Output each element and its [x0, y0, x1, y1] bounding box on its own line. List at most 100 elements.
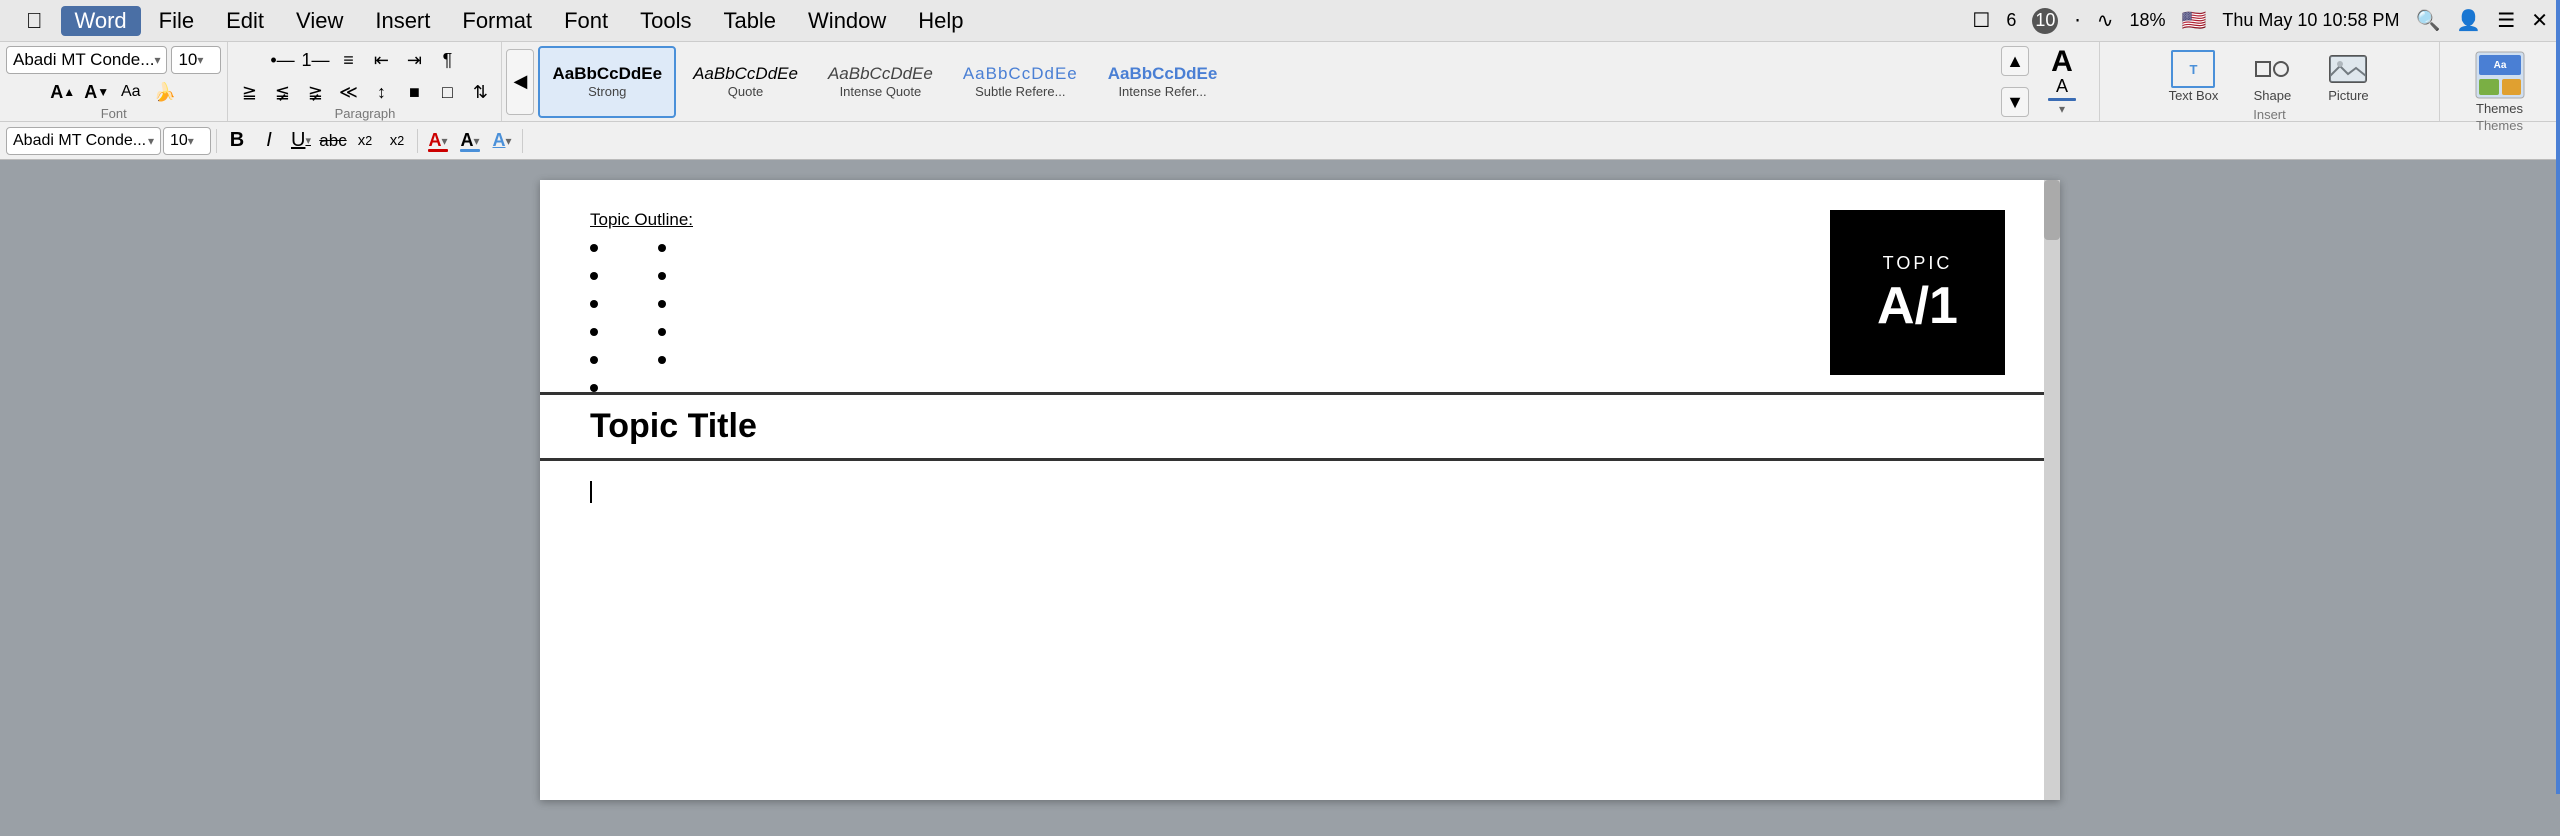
aa-large-icon: A — [2051, 47, 2073, 77]
font-size-dropdown[interactable]: ▾ — [188, 134, 194, 148]
increase-font-btn[interactable]: A▲ — [48, 78, 78, 106]
wifi-icon[interactable]: ∿ — [2097, 8, 2114, 33]
bullet-item — [658, 356, 666, 364]
document[interactable]: Topic Outline: — [540, 180, 2060, 800]
bold-btn[interactable]: B — [222, 127, 252, 155]
doc-content[interactable] — [540, 461, 2060, 661]
shading-btn[interactable]: ■ — [399, 78, 429, 106]
topic-title-bar: Topic Title — [540, 395, 2060, 461]
shape-label: Shape — [2254, 88, 2292, 103]
upper-toolbar: Abadi MT Conde... ▾ 10 ▾ A▲ A▼ Aa 🍌 Font… — [0, 42, 2560, 122]
decrease-indent-btn[interactable]: ⇤ — [366, 46, 396, 74]
style-strong[interactable]: AaBbCcDdEe Strong — [538, 46, 676, 118]
document-area: Topic Outline: — [0, 160, 2560, 836]
bullet-col-right — [658, 238, 666, 392]
font-size-caret: ▾ — [197, 53, 203, 67]
picture-insert-btn[interactable]: Picture — [2318, 46, 2378, 107]
menu-item-file[interactable]: File — [145, 6, 208, 36]
style-quote[interactable]: AaBbCcDdEe Quote — [680, 46, 811, 118]
themes-section: Aa Themes Themes — [2440, 42, 2560, 121]
clear-format-btn[interactable]: A ▾ — [487, 127, 517, 155]
separator-2 — [417, 129, 418, 153]
bullet-item — [658, 328, 666, 336]
search-icon[interactable]: 🔍 — [2415, 8, 2440, 33]
timer-badge: 10 — [2032, 8, 2058, 34]
highlight-btn[interactable]: A ▾ — [455, 127, 485, 155]
font-name-input[interactable]: Abadi MT Conde... ▾ — [6, 127, 161, 155]
justify-btn[interactable]: ≪ — [333, 78, 363, 106]
menu-item-word[interactable]: Word — [61, 6, 141, 36]
scrollbar-track[interactable] — [2044, 180, 2060, 800]
subscript-btn[interactable]: x2 — [382, 127, 412, 155]
style-intense-ref[interactable]: AaBbCcDdEe Intense Refer... — [1095, 46, 1231, 118]
bullet-list-btn[interactable]: •— — [267, 46, 297, 74]
left-margin — [500, 180, 540, 816]
sidebar-icon[interactable]: ☰ — [2497, 8, 2515, 33]
styles-prev-btn[interactable]: ◀ — [506, 49, 534, 115]
decrease-font-btn[interactable]: A▼ — [82, 78, 112, 106]
style-intense-quote-preview: AaBbCcDdEe — [828, 64, 933, 84]
bullet-item — [590, 356, 598, 364]
menu-item-window[interactable]: Window — [794, 6, 900, 36]
align-right-btn[interactable]: ≩ — [300, 78, 330, 106]
font-size-select[interactable]: 10 ▾ — [171, 46, 221, 74]
style-subtle-ref[interactable]: AaBbCcDdEe Subtle Refere... — [950, 46, 1091, 118]
menu-item-font[interactable]: Font — [550, 6, 622, 36]
topic-title[interactable]: Topic Title — [590, 407, 2010, 446]
increase-indent-btn[interactable]: ⇥ — [399, 46, 429, 74]
bullet-item — [658, 300, 666, 308]
font-size-input[interactable]: 10 ▾ — [163, 127, 211, 155]
styles-next-btn[interactable]: ▲ — [2001, 46, 2029, 76]
styles-strip: AaBbCcDdEe Strong AaBbCcDdEe Quote AaBbC… — [538, 44, 2001, 119]
menu-item-insert[interactable]: Insert — [361, 6, 444, 36]
font-family-caret: ▾ — [154, 53, 160, 67]
line-spacing-btn[interactable]: ↕ — [366, 78, 396, 106]
align-center-btn[interactable]: ≨ — [267, 78, 297, 106]
underline-btn[interactable]: U▾ — [286, 127, 316, 155]
show-formatting-btn[interactable]: ¶ — [432, 46, 462, 74]
bluetooth-icon[interactable]: ⋅ — [2074, 8, 2080, 33]
insert-section: T Text Box Shape — [2100, 42, 2440, 121]
strikethrough-btn[interactable]: abc — [318, 127, 348, 155]
insert-section-label: Insert — [2106, 107, 2433, 122]
align-left-btn[interactable]: ≧ — [234, 78, 264, 106]
numbered-list-btn[interactable]: 1— — [300, 46, 330, 74]
bullet-item — [590, 328, 598, 336]
font-color-btn[interactable]: A ▾ — [423, 127, 453, 155]
superscript-btn[interactable]: x2 — [350, 127, 380, 155]
sort-btn[interactable]: ⇅ — [465, 78, 495, 106]
font-family-select[interactable]: Abadi MT Conde... ▾ — [6, 46, 167, 74]
italic-btn[interactable]: I — [254, 127, 284, 155]
paint-format-btn[interactable]: 🍌 — [150, 78, 180, 106]
apple-menu[interactable]:  — [12, 6, 57, 36]
font-name-dropdown[interactable]: ▾ — [148, 134, 154, 148]
close-icon[interactable]: ✕ — [2531, 8, 2548, 33]
topic-outline-label: Topic Outline: — [590, 210, 1810, 230]
battery-percent: 18% — [2129, 10, 2165, 31]
menu-item-help[interactable]: Help — [904, 6, 977, 36]
menu-item-edit[interactable]: Edit — [212, 6, 278, 36]
menu-item-table[interactable]: Table — [709, 6, 790, 36]
style-intense-quote-label: Intense Quote — [840, 84, 922, 99]
paragraph-section: •— 1— ≡ ⇤ ⇥ ¶ ≧ ≨ ≩ ≪ ↕ ■ □ ⇅ Paragraph — [228, 42, 502, 121]
menu-item-format[interactable]: Format — [448, 6, 546, 36]
scrollbar-thumb[interactable] — [2044, 180, 2060, 240]
themes-btn[interactable]: Aa Themes — [2468, 46, 2532, 118]
multilevel-list-btn[interactable]: ≡ — [333, 46, 363, 74]
picture-icon — [2326, 50, 2370, 88]
battery-indicator: 6 — [2006, 10, 2016, 31]
style-intense-quote[interactable]: AaBbCcDdEe Intense Quote — [815, 46, 946, 118]
style-quote-preview: AaBbCcDdEe — [693, 64, 798, 84]
styles-dropdown-btn[interactable]: ▼ — [2001, 87, 2029, 117]
borders-btn[interactable]: □ — [432, 78, 462, 106]
notification-icon[interactable]: ☐ — [1972, 8, 1990, 33]
style-strong-preview: AaBbCcDdEe — [552, 64, 662, 84]
menu-item-tools[interactable]: Tools — [626, 6, 705, 36]
themes-label: Themes — [2476, 101, 2523, 116]
textbox-insert-btn[interactable]: T Text Box — [2161, 46, 2227, 107]
change-case-btn[interactable]: Aa — [116, 78, 146, 106]
user-icon[interactable]: 👤 — [2456, 8, 2481, 33]
change-styles-btn[interactable]: A A ▾ — [2037, 46, 2087, 118]
menu-item-view[interactable]: View — [282, 6, 357, 36]
shape-insert-btn[interactable]: Shape — [2242, 46, 2302, 107]
